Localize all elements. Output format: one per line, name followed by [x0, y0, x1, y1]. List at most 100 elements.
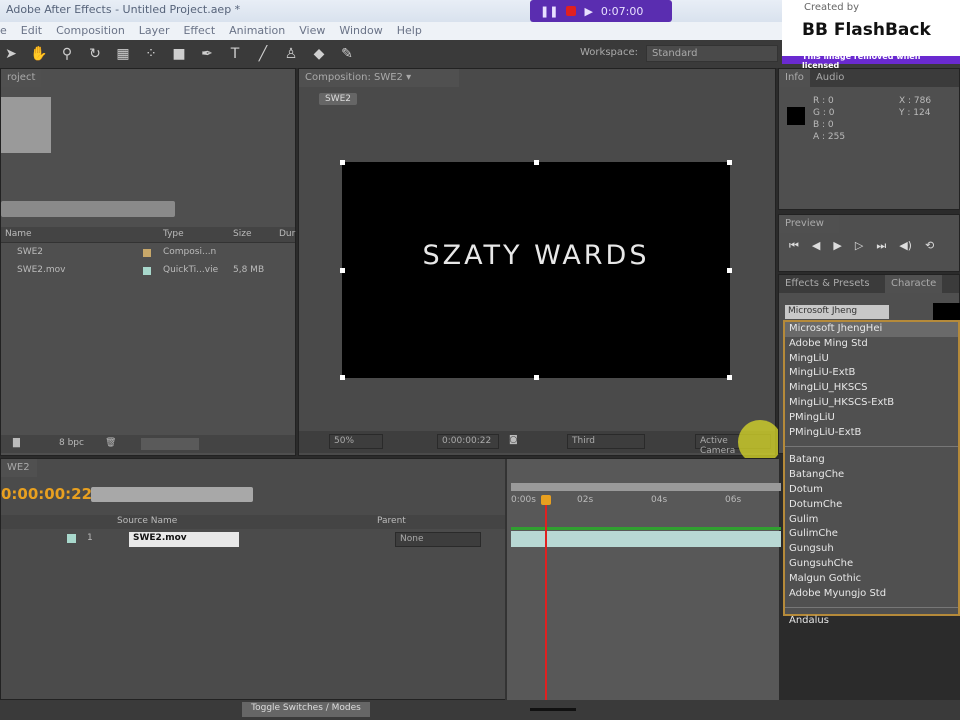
playhead-handle[interactable]: [541, 495, 551, 505]
rectangle-tool-icon[interactable]: ■: [170, 46, 188, 62]
audio-icon[interactable]: ◀): [899, 239, 912, 253]
label-color[interactable]: [67, 534, 76, 543]
layer-row[interactable]: 1 SWE2.mov None: [1, 531, 505, 548]
snapshot-icon[interactable]: ◙: [509, 435, 518, 445]
camera-tool-icon[interactable]: ▦: [114, 46, 132, 62]
first-frame-icon[interactable]: ⏮: [789, 239, 799, 253]
tab-composition[interactable]: Composition: SWE2 ▾: [299, 69, 459, 87]
zoom-tool-icon[interactable]: ⚲: [58, 46, 76, 62]
magnification-select[interactable]: 50%: [329, 434, 383, 449]
comp-breadcrumb[interactable]: SWE2: [319, 93, 358, 105]
play-icon[interactable]: ▶: [584, 5, 592, 18]
bpc-button[interactable]: 8 bpc: [59, 438, 84, 448]
toggle-switches-modes-button[interactable]: Toggle Switches / Modes: [242, 702, 370, 717]
eraser-tool-icon[interactable]: ◆: [310, 46, 328, 62]
font-option[interactable]: Gulim: [785, 513, 958, 528]
font-option[interactable]: Gungsuh: [785, 542, 958, 557]
rotate-tool-icon[interactable]: ↻: [86, 46, 104, 62]
pan-behind-tool-icon[interactable]: ⁘: [142, 46, 160, 62]
handle[interactable]: [727, 375, 732, 380]
trash-icon[interactable]: 🗑: [105, 438, 116, 448]
label-color[interactable]: [143, 249, 151, 257]
zoom-slider[interactable]: [530, 708, 576, 711]
last-frame-icon[interactable]: ⏭: [876, 239, 886, 253]
font-option[interactable]: Adobe Ming Std: [785, 337, 958, 352]
col-source-name[interactable]: Source Name: [117, 516, 177, 526]
handle[interactable]: [727, 160, 732, 165]
tab-character[interactable]: Characte: [885, 275, 943, 293]
tab-audio[interactable]: Audio: [809, 69, 851, 87]
font-option[interactable]: GungsuhChe: [785, 557, 958, 572]
pen-tool-icon[interactable]: ✒: [198, 46, 216, 62]
playhead[interactable]: [545, 495, 547, 701]
timeline-graph[interactable]: 0:00s 02s 04s 06s: [505, 459, 781, 701]
timeline-search-input[interactable]: [91, 487, 253, 502]
hand-tool-icon[interactable]: ✋: [30, 46, 48, 62]
tab-effects-presets[interactable]: Effects & Presets: [779, 275, 885, 293]
font-option[interactable]: PMingLiU: [785, 411, 958, 426]
menu-view[interactable]: View: [299, 24, 325, 40]
horizontal-scrollbar[interactable]: [141, 438, 199, 450]
play-icon[interactable]: ▶: [833, 239, 841, 253]
col-name[interactable]: Name: [5, 229, 32, 239]
font-option[interactable]: MingLiU-ExtB: [785, 366, 958, 381]
handle[interactable]: [340, 268, 345, 273]
parent-select[interactable]: None: [395, 532, 481, 547]
font-option[interactable]: DotumChe: [785, 498, 958, 513]
col-type[interactable]: Type: [163, 229, 184, 239]
font-option[interactable]: Batang: [785, 453, 958, 468]
pause-icon[interactable]: ❚❚: [540, 5, 558, 18]
clone-stamp-tool-icon[interactable]: ♙: [282, 46, 300, 62]
font-option[interactable]: GulimChe: [785, 527, 958, 542]
font-option[interactable]: PMingLiU-ExtB: [785, 426, 958, 441]
menu-animation[interactable]: Animation: [229, 24, 285, 40]
font-option[interactable]: MingLiU: [785, 352, 958, 367]
text-tool-icon[interactable]: T: [226, 46, 244, 62]
tab-info[interactable]: Info: [779, 69, 810, 87]
project-item[interactable]: SWE2.mov QuickTi...vie 5,8 MB: [1, 263, 295, 279]
font-option[interactable]: Microsoft JhengHei: [785, 322, 958, 337]
time-navigator[interactable]: [511, 483, 781, 491]
fill-color-swatch[interactable]: [933, 303, 960, 321]
selection-tool-icon[interactable]: ➤: [2, 46, 20, 62]
menu-composition[interactable]: Composition: [56, 24, 125, 40]
work-area-bar[interactable]: [511, 527, 781, 530]
font-option[interactable]: Malgun Gothic: [785, 572, 958, 587]
composition-canvas[interactable]: SZATY WARDS: [340, 160, 732, 380]
label-color[interactable]: [143, 267, 151, 275]
next-frame-icon[interactable]: ▷: [855, 239, 863, 253]
font-option[interactable]: Adobe Myungjo Std: [785, 587, 958, 602]
tab-preview[interactable]: Preview: [779, 215, 839, 233]
current-time-field[interactable]: 0:00:00:22: [437, 434, 499, 449]
brush-tool-icon[interactable]: ╱: [254, 46, 272, 62]
puppet-tool-icon[interactable]: ✎: [338, 46, 356, 62]
record-icon[interactable]: [566, 6, 577, 16]
tab-timeline[interactable]: WE2: [1, 459, 37, 477]
menu-help[interactable]: Help: [397, 24, 422, 40]
resolution-select[interactable]: Third: [567, 434, 645, 449]
layer-name[interactable]: SWE2.mov: [129, 532, 239, 547]
handle[interactable]: [340, 375, 345, 380]
timeline-timecode[interactable]: 0:00:00:22: [1, 485, 92, 503]
handle[interactable]: [534, 375, 539, 380]
layer-duration-bar[interactable]: [511, 531, 781, 547]
project-search-input[interactable]: [1, 201, 175, 217]
handle[interactable]: [727, 268, 732, 273]
col-parent[interactable]: Parent: [377, 516, 406, 526]
font-option[interactable]: MingLiU_HKSCS-ExtB: [785, 396, 958, 411]
folder-icon[interactable]: ▇: [13, 438, 20, 448]
menu-edit[interactable]: Edit: [21, 24, 42, 40]
font-option[interactable]: Dotum: [785, 483, 958, 498]
font-option[interactable]: BatangChe: [785, 468, 958, 483]
menu-file[interactable]: e: [0, 24, 7, 40]
font-family-select[interactable]: Microsoft Jheng: [785, 305, 889, 319]
handle[interactable]: [340, 160, 345, 165]
menu-window[interactable]: Window: [339, 24, 382, 40]
menu-layer[interactable]: Layer: [139, 24, 170, 40]
workspace-select[interactable]: Standard: [646, 45, 778, 62]
loop-icon[interactable]: ⟲: [925, 239, 934, 253]
previous-frame-icon[interactable]: ◀: [812, 239, 820, 253]
menu-effect[interactable]: Effect: [183, 24, 215, 40]
font-option[interactable]: MingLiU_HKSCS: [785, 381, 958, 396]
tab-project[interactable]: roject: [1, 69, 41, 87]
